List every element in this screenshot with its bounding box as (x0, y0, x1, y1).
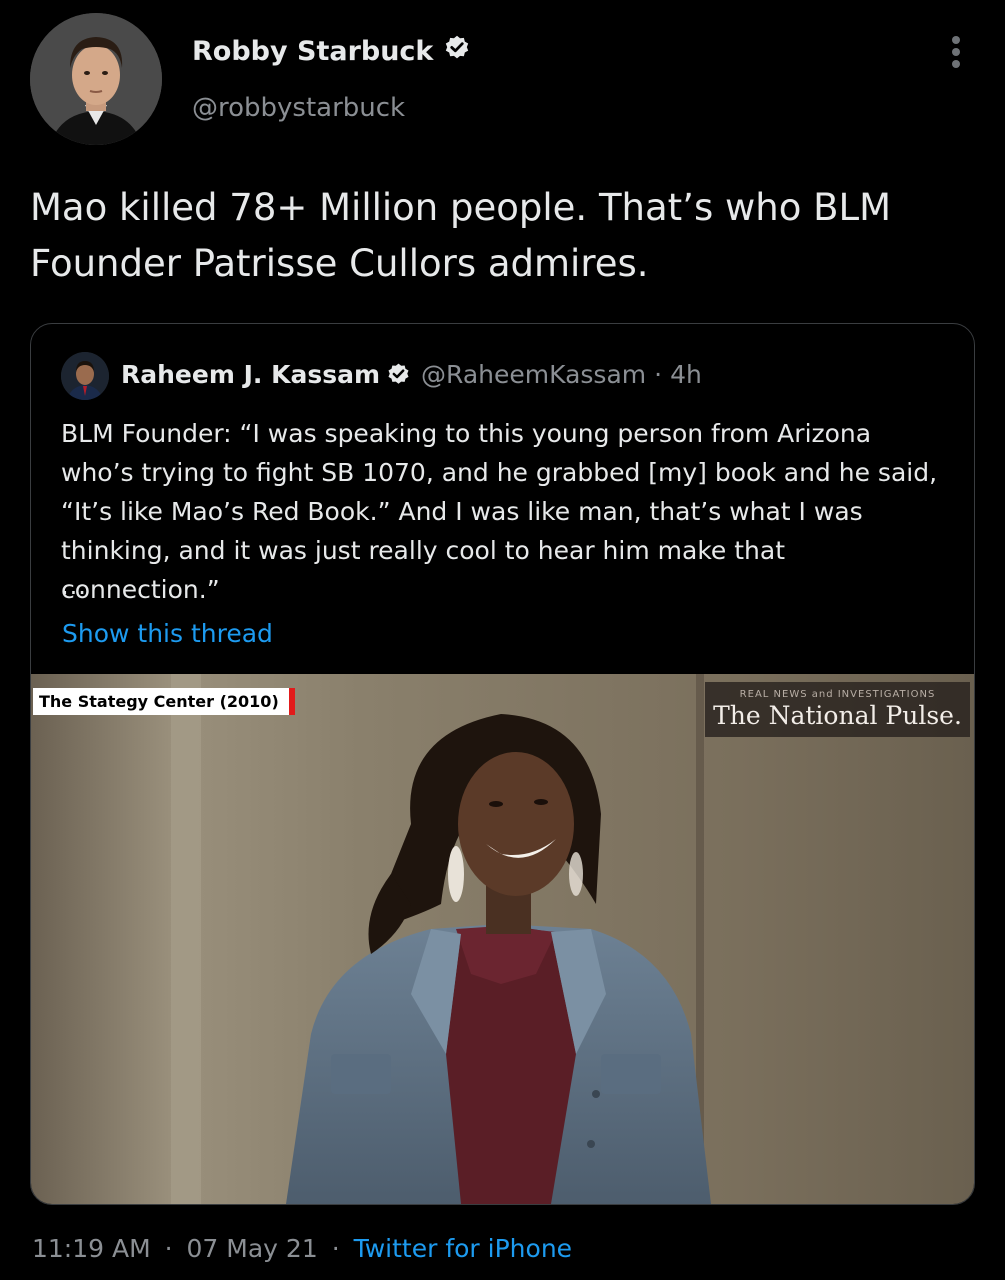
logo-kicker: REAL NEWS and INVESTIGATIONS (739, 689, 936, 700)
quote-text: BLM Founder: “I was speaking to this you… (61, 419, 938, 604)
video-frame-image (31, 674, 974, 1204)
quote-author-name[interactable]: Raheem J. Kassam (121, 360, 380, 389)
footer-separator: · (331, 1234, 340, 1263)
quoted-tweet[interactable]: Raheem J. Kassam @RaheemKassam · 4h BLM … (30, 323, 975, 1205)
author-name[interactable]: Robby Starbuck (192, 36, 433, 67)
quote-timestamp[interactable]: 4h (670, 360, 702, 389)
tweet-source-link[interactable]: Twitter for iPhone (354, 1234, 572, 1263)
quote-author-handle[interactable]: @RaheemKassam (421, 360, 646, 389)
video-caption-tag: The Stategy Center (2010) (33, 688, 295, 715)
footer-separator: · (164, 1234, 173, 1263)
watermark-logo: REAL NEWS and INVESTIGATIONS The Nationa… (705, 682, 970, 737)
quote-media-video[interactable]: The Stategy Center (2010) REAL NEWS and … (31, 674, 974, 1204)
more-vertical-icon[interactable] (940, 34, 972, 70)
tweet-text: Mao killed 78+ Million people. That’s wh… (30, 186, 892, 285)
tweet-date[interactable]: 07 May 21 (187, 1234, 318, 1263)
quote-author-avatar[interactable] (61, 352, 109, 400)
verified-badge-icon (386, 362, 411, 387)
quote-header[interactable]: Raheem J. Kassam @RaheemKassam · 4h (121, 360, 702, 389)
tweet-time[interactable]: 11:19 AM (32, 1234, 151, 1263)
author-handle[interactable]: @robbystarbuck (192, 93, 405, 123)
verified-badge-icon (443, 34, 471, 69)
logo-title: The National Pulse. (713, 701, 962, 730)
author-avatar[interactable] (30, 13, 162, 145)
author-name-row[interactable]: Robby Starbuck (192, 34, 471, 69)
quote-separator: · (654, 360, 663, 389)
quote-ellipsis: ... (61, 572, 87, 600)
show-thread-link[interactable]: Show this thread (62, 619, 273, 648)
tweet-footer: 11:19 AM · 07 May 21 · Twitter for iPhon… (32, 1234, 572, 1263)
